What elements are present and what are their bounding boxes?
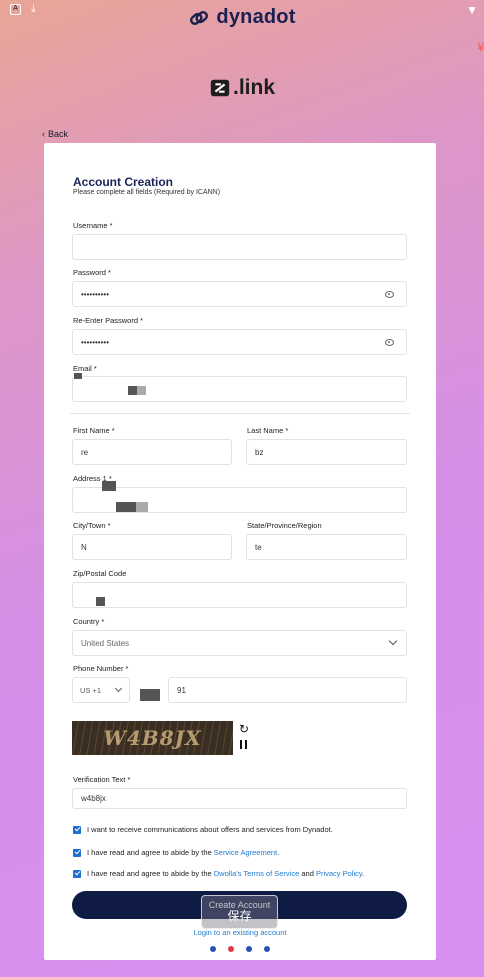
link-logo-icon [210, 79, 230, 97]
phone-country-code-select[interactable]: US +1 [72, 677, 130, 703]
reenter-password-input[interactable]: •••••••••• [72, 329, 407, 355]
chevron-down-icon [388, 636, 398, 646]
last-name-value: bz [255, 447, 264, 457]
service-agreement-link[interactable]: Service Agreement [214, 848, 277, 857]
dwolla-terms-text-end: . [362, 869, 365, 878]
last-name-label: Last Name * [247, 426, 289, 435]
marketing-consent-checkbox[interactable] [73, 825, 81, 834]
redaction-mark [116, 502, 136, 512]
section-divider [70, 413, 410, 414]
service-agreement-text-end: . [277, 848, 280, 857]
reenter-password-value: •••••••••• [81, 337, 110, 347]
dwolla-terms-text: I have read and agree to abide by the [87, 869, 214, 878]
dynadot-logo-icon [190, 10, 209, 25]
redaction-mark [140, 689, 160, 701]
login-existing-link[interactable]: Login to an existing account [44, 928, 436, 937]
pagination-dot[interactable] [264, 946, 270, 952]
back-link[interactable]: ‹ Back [42, 129, 68, 139]
zip-input[interactable] [72, 582, 407, 608]
edge-indicator-icon: ¥ [477, 40, 484, 54]
service-agreement-row: I have read and agree to abide by the Se… [73, 848, 279, 857]
pagination-dot[interactable] [210, 946, 216, 952]
redaction-mark [74, 373, 82, 379]
email-input[interactable] [72, 376, 407, 402]
zip-label: Zip/Postal Code [73, 569, 127, 578]
pagination-dot-active[interactable] [228, 946, 234, 952]
phone-number-value: 91 [177, 685, 186, 695]
dwolla-terms-checkbox[interactable] [73, 869, 81, 878]
service-agreement-text: I have read and agree to abide by the [87, 848, 214, 857]
pause-audio-icon[interactable] [240, 740, 247, 749]
country-label: Country * [73, 617, 105, 626]
tld-name: .link [232, 76, 275, 99]
show-reenter-password-icon[interactable] [385, 339, 394, 346]
save-overlay-label: 保存 [227, 909, 252, 923]
marketing-consent-text: I want to receive communications about o… [87, 825, 333, 834]
password-value: •••••••••• [81, 289, 110, 299]
verification-value: w4b8jx [81, 794, 106, 803]
username-label: Username * [73, 221, 113, 230]
privacy-policy-link[interactable]: Privacy Policy [316, 869, 362, 878]
phone-number-input[interactable]: 91 [168, 677, 407, 703]
brand-name: dynadot [216, 6, 296, 28]
tld-header: .link [0, 76, 484, 100]
dwolla-terms-text-mid: and [299, 869, 316, 878]
reenter-password-label: Re-Enter Password * [73, 316, 144, 325]
redaction-mark [102, 481, 116, 491]
country-select[interactable]: United States [72, 630, 407, 656]
city-input[interactable]: N [72, 534, 232, 560]
last-name-input[interactable]: bz [246, 439, 407, 465]
captcha-image: W4B8JX [72, 721, 233, 755]
chevron-down-icon [114, 684, 123, 693]
pagination-dot[interactable] [246, 946, 252, 952]
state-value: te [255, 542, 262, 552]
redaction-mark [136, 502, 148, 512]
redaction-mark [96, 597, 105, 606]
back-label: Back [48, 129, 69, 139]
state-input[interactable]: te [246, 534, 407, 560]
first-name-input[interactable]: re [72, 439, 232, 465]
city-label: City/Town * [73, 521, 111, 530]
service-agreement-checkbox[interactable] [73, 848, 81, 857]
captcha-text: W4B8JX [103, 726, 202, 750]
city-value: N [81, 542, 87, 552]
save-overlay-button[interactable]: 保存 [201, 895, 278, 929]
country-value: United States [81, 638, 130, 648]
state-label: State/Province/Region [247, 521, 322, 530]
email-label: Email * [73, 364, 97, 373]
dwolla-terms-link[interactable]: Dwolla's Terms of Service [214, 869, 300, 878]
brand-header: dynadot [0, 6, 484, 29]
refresh-captcha-icon[interactable]: ↻ [239, 722, 249, 736]
password-label: Password * [73, 268, 111, 277]
first-name-label: First Name * [73, 426, 115, 435]
redaction-mark [137, 386, 146, 395]
marketing-consent-row: I want to receive communications about o… [73, 825, 333, 834]
redaction-mark [128, 386, 137, 395]
verification-label: Verification Text * [73, 775, 131, 784]
page-title: Account Creation [73, 175, 174, 189]
dwolla-terms-row: I have read and agree to abide by the Dw… [73, 869, 364, 878]
phone-code-value: US +1 [80, 685, 102, 695]
phone-label: Phone Number * [73, 664, 129, 673]
first-name-value: re [81, 447, 89, 457]
password-input[interactable]: •••••••••• [72, 281, 407, 307]
account-creation-card: Account Creation Please complete all fie… [44, 143, 436, 960]
verification-input[interactable]: w4b8jx [72, 788, 407, 809]
username-input[interactable] [72, 234, 407, 260]
pagination-dots [44, 946, 436, 952]
show-password-icon[interactable] [385, 291, 394, 298]
chevron-left-icon: ‹ [42, 129, 45, 139]
page-subtitle: Please complete all fields (Required by … [73, 189, 221, 196]
